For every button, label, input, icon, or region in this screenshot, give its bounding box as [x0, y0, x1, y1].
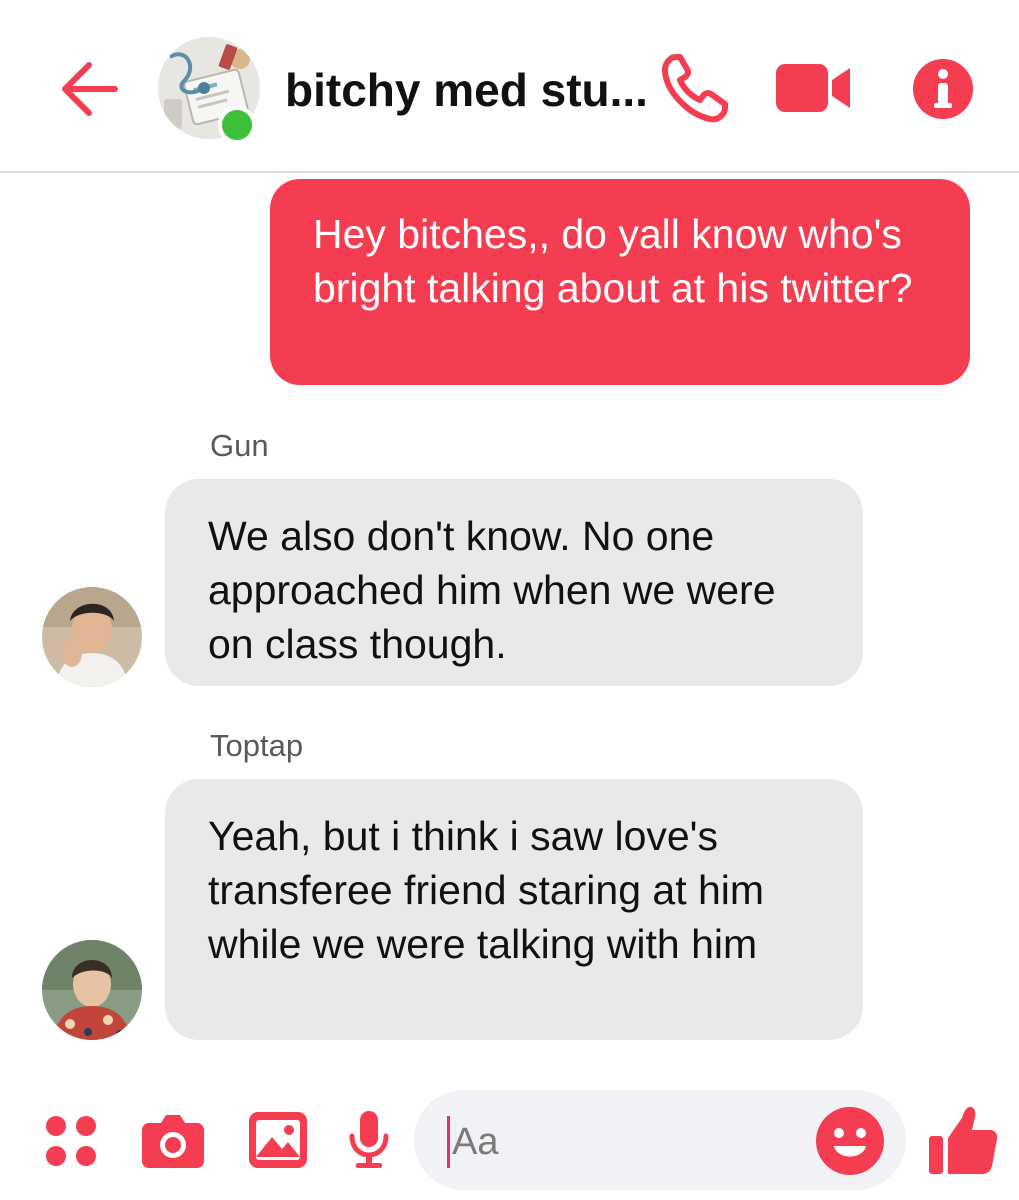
back-button[interactable] — [55, 55, 123, 123]
toptap-avatar-image — [42, 940, 142, 1040]
message-input[interactable] — [452, 1116, 782, 1168]
video-camera-icon — [776, 64, 850, 112]
phone-icon — [661, 54, 728, 123]
chat-screen: bitchy med stu... Hey bitches,, do yall … — [0, 0, 1019, 1200]
emoji-button[interactable] — [815, 1106, 885, 1176]
camera-button[interactable] — [141, 1111, 205, 1169]
avatar[interactable] — [42, 940, 142, 1040]
text-cursor — [447, 1116, 450, 1168]
microphone-icon — [349, 1111, 389, 1168]
incoming-message-bubble[interactable]: Yeah, but i think i saw love's transfere… — [165, 779, 863, 1040]
info-button[interactable] — [912, 58, 974, 120]
avatar[interactable] — [42, 587, 142, 687]
like-button[interactable] — [928, 1104, 998, 1176]
incoming-message-bubble[interactable]: We also don't know. No one approached hi… — [165, 479, 863, 686]
voice-message-button[interactable] — [348, 1110, 390, 1170]
message-text: We also don't know. No one approached hi… — [208, 513, 776, 667]
outgoing-message-bubble[interactable]: Hey bitches,, do yall know who's bright … — [270, 179, 970, 385]
message-text: Yeah, but i think i saw love's transfere… — [208, 813, 765, 967]
sender-name: Toptap — [210, 728, 304, 763]
camera-icon — [142, 1115, 204, 1168]
sender-name: Gun — [210, 428, 269, 463]
header-divider — [0, 171, 1019, 173]
more-options-icon — [46, 1116, 96, 1166]
image-icon — [249, 1112, 307, 1168]
more-options-button[interactable] — [45, 1115, 97, 1167]
active-status-indicator — [218, 106, 256, 144]
info-icon — [913, 59, 973, 119]
message-text: Hey bitches,, do yall know who's bright … — [313, 211, 913, 311]
chat-title[interactable]: bitchy med stu... — [285, 62, 645, 118]
back-arrow-icon — [62, 62, 118, 116]
emoji-icon — [816, 1107, 884, 1175]
call-button[interactable] — [660, 52, 730, 124]
gun-avatar-image — [42, 587, 142, 687]
gallery-button[interactable] — [248, 1111, 308, 1169]
video-call-button[interactable] — [776, 62, 852, 114]
thumbs-up-icon — [929, 1107, 998, 1174]
